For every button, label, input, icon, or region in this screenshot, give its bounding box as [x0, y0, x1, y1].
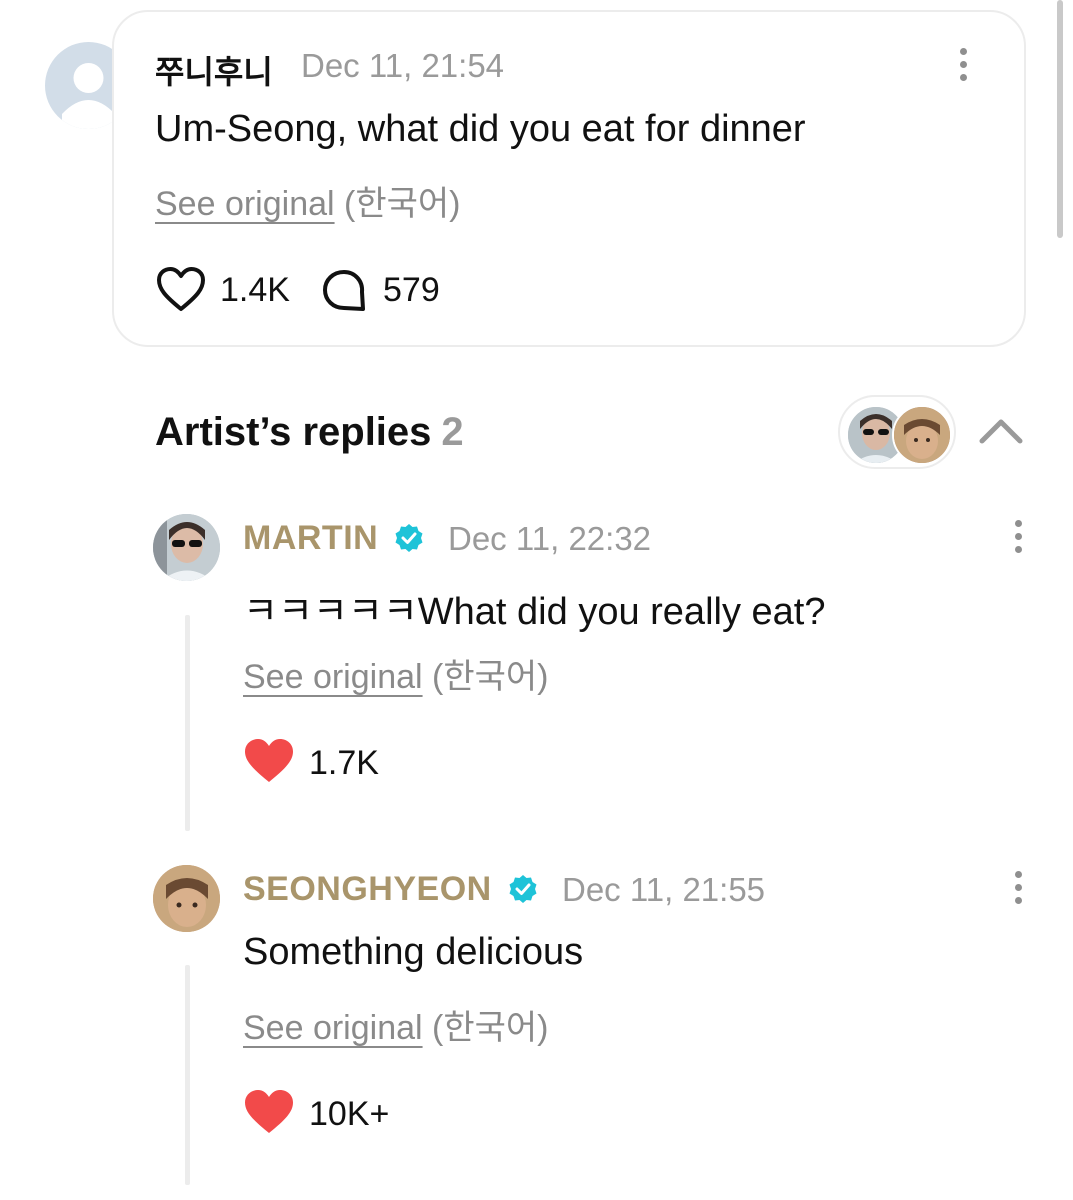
comment-date: Dec 11, 21:54 [301, 47, 505, 84]
like-count: 10K+ [309, 1095, 390, 1133]
scrollbar[interactable] [1057, 0, 1063, 238]
chevron-up-icon [979, 419, 1023, 444]
collapse-replies-button[interactable] [978, 413, 1024, 447]
reply-author[interactable]: SEONGHYEON [243, 870, 492, 909]
seonghyeon-avatar[interactable] [153, 865, 220, 932]
see-original-link[interactable]: See original [243, 1009, 423, 1047]
artist-replies-label: Artist’s replies [155, 410, 432, 454]
comment-text: Um-Seong, what did you eat for dinner [155, 108, 806, 150]
see-original: See original (한국어) [243, 1000, 549, 1049]
like-button[interactable] [244, 1089, 294, 1135]
see-original-link[interactable]: See original [243, 658, 423, 696]
like-button[interactable] [244, 738, 294, 784]
more-vertical-icon[interactable] [958, 48, 968, 88]
artist-avatar-stack[interactable] [838, 395, 956, 469]
comment-author[interactable]: 쭈니후니 [155, 47, 273, 93]
thread-line [185, 965, 190, 1185]
see-original-link[interactable]: See original [155, 185, 335, 223]
more-vertical-icon[interactable] [1013, 520, 1023, 560]
martin-avatar[interactable] [153, 514, 220, 581]
original-language: (한국어) [432, 1009, 549, 1047]
original-language: (한국어) [344, 185, 461, 223]
reply-text: Something delicious [243, 931, 584, 973]
see-original: See original (한국어) [243, 649, 549, 698]
like-count: 1.4K [220, 271, 290, 309]
artist-replies-count: 2 [441, 410, 464, 454]
like-count: 1.7K [309, 744, 379, 782]
reply-date: Dec 11, 21:55 [562, 871, 766, 908]
heart-filled-icon [245, 1090, 293, 1133]
reply-count: 579 [383, 271, 440, 309]
more-vertical-icon[interactable] [1013, 871, 1023, 911]
thread-line [185, 615, 190, 831]
reply-text: ㅋㅋㅋㅋㅋWhat did you really eat? [243, 591, 826, 633]
verified-badge-icon [509, 875, 537, 903]
artist-replies-title: Artist’s replies 2 [155, 410, 464, 455]
like-button[interactable] [156, 266, 206, 314]
verified-badge-icon [395, 524, 423, 552]
heart-outline-icon [157, 267, 205, 311]
heart-filled-icon [245, 739, 293, 782]
comment-bubble-icon [323, 270, 365, 311]
reply-author[interactable]: MARTIN [243, 519, 378, 558]
see-original: See original (한국어) [155, 176, 461, 225]
reply-date: Dec 11, 22:32 [448, 520, 652, 557]
seonghyeon-mini-avatar [892, 405, 952, 465]
reply-button[interactable] [321, 268, 367, 314]
original-language: (한국어) [432, 658, 549, 696]
